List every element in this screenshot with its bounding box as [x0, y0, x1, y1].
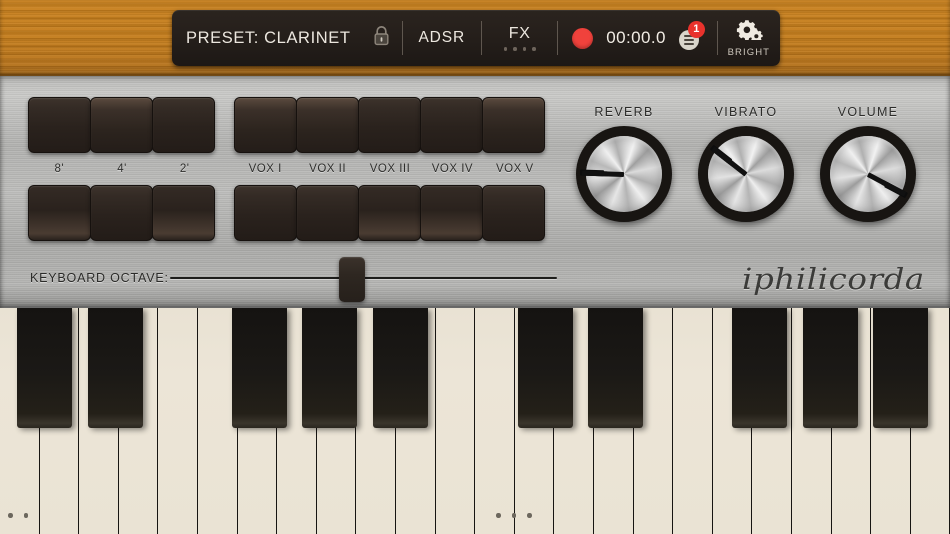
- footage-tab-labels: 8' 4' 2': [28, 163, 216, 175]
- knob-face: [708, 136, 784, 212]
- recordings-list-button[interactable]: 1: [678, 21, 705, 53]
- white-key[interactable]: [158, 308, 198, 534]
- vox-tabs-top-row: [234, 97, 545, 153]
- vox-tab-top-4[interactable]: [482, 97, 545, 153]
- top-toolbar: PRESET: CLARINET ADSR FX 00:00.0 1 BRIGH…: [172, 10, 780, 66]
- black-key[interactable]: [17, 308, 72, 428]
- vox-tabs-bottom-row: [234, 185, 545, 241]
- black-key[interactable]: [873, 308, 928, 428]
- octave-slider-handle[interactable]: [338, 257, 365, 302]
- black-key[interactable]: [803, 308, 858, 428]
- footage-tab-top-1[interactable]: [90, 97, 153, 153]
- toolbar-divider: [557, 21, 559, 55]
- black-key[interactable]: [588, 308, 643, 428]
- vox-tab-top-2[interactable]: [358, 97, 421, 153]
- toolbar-divider: [401, 21, 403, 55]
- vox-tab-label-4: VOX V: [496, 163, 534, 175]
- adsr-label: ADSR: [418, 29, 466, 46]
- black-key[interactable]: [232, 308, 287, 428]
- knob-vibrato[interactable]: VIBRATO: [698, 105, 794, 222]
- knob-label-vibrato: VIBRATO: [714, 105, 778, 119]
- record-icon[interactable]: [572, 27, 594, 49]
- footage-tab-bottom-0[interactable]: [28, 185, 91, 241]
- vox-tab-bottom-4[interactable]: [482, 185, 545, 241]
- knob-label-volume: VOLUME: [837, 105, 899, 119]
- bright-label: BRIGHT: [727, 47, 771, 58]
- footage-tab-bottom-1[interactable]: [90, 185, 153, 241]
- black-key[interactable]: [373, 308, 428, 428]
- footage-tab-top-2[interactable]: [152, 97, 215, 153]
- fx-slot-dots: [503, 47, 536, 51]
- vox-tab-top-0[interactable]: [234, 97, 297, 153]
- knob-face: [830, 136, 909, 212]
- recording-timer: 00:00.0: [606, 28, 666, 47]
- knob-face: [579, 136, 662, 212]
- philicorda-app: PRESET: CLARINET ADSR FX 00:00.0 1 BRIGH…: [0, 0, 950, 534]
- vox-tab-label-2: VOX III: [369, 163, 411, 175]
- fx-button[interactable]: FX: [482, 10, 557, 66]
- lock-icon[interactable]: [373, 25, 390, 51]
- piano-keyboard[interactable]: [0, 308, 950, 534]
- footage-tab-top-0[interactable]: [28, 97, 91, 153]
- footage-tab-label-0: 8': [54, 163, 65, 175]
- recorder-section: 00:00.0 1: [558, 10, 717, 66]
- octave-slider-label: KEYBOARD OCTAVE:: [30, 271, 169, 285]
- footage-tab-bottom-2[interactable]: [152, 185, 215, 241]
- vox-tab-bottom-0[interactable]: [234, 185, 297, 241]
- vox-tab-label-0: VOX I: [248, 163, 282, 175]
- preset-label: PRESET: CLARINET: [186, 28, 351, 47]
- black-key[interactable]: [88, 308, 143, 428]
- knob-pointer: [579, 169, 625, 177]
- knob-label-reverb: REVERB: [594, 105, 654, 119]
- bright-settings-button[interactable]: BRIGHT: [718, 10, 780, 66]
- footage-tabs-bottom-row: [28, 185, 215, 241]
- white-key[interactable]: [435, 308, 476, 534]
- footage-tab-label-1: 4': [117, 163, 127, 175]
- vox-tab-top-1[interactable]: [296, 97, 359, 153]
- knob-body-vibrato[interactable]: [698, 126, 794, 222]
- white-key[interactable]: [475, 308, 515, 534]
- keyboard-marker-dots: [8, 513, 28, 518]
- knob-body-reverb[interactable]: [576, 126, 672, 222]
- knob-reverb[interactable]: REVERB: [576, 105, 672, 222]
- vox-tab-label-3: VOX IV: [431, 163, 474, 175]
- vox-tab-bottom-2[interactable]: [358, 185, 421, 241]
- gear-icon: [735, 18, 763, 45]
- knob-body-volume[interactable]: [820, 126, 916, 222]
- knob-pointer: [709, 144, 748, 176]
- toolbar-divider: [716, 21, 718, 55]
- fx-label: FX: [508, 25, 531, 43]
- knob-pointer: [866, 171, 909, 198]
- vox-tab-labels: VOX I VOX II VOX III VOX IV VOX V: [234, 163, 546, 175]
- vox-tab-bottom-1[interactable]: [296, 185, 359, 241]
- brand-logo: iphilicorda: [742, 262, 925, 296]
- black-key[interactable]: [732, 308, 787, 428]
- adsr-button[interactable]: ADSR: [402, 10, 481, 66]
- footage-tabs-top-row: [28, 97, 215, 153]
- footage-tab-label-2: 2': [179, 163, 190, 175]
- toolbar-divider: [481, 21, 482, 55]
- recordings-badge: 1: [687, 21, 705, 38]
- keyboard-marker-dots: [496, 513, 532, 518]
- black-key[interactable]: [518, 308, 573, 428]
- vox-tab-label-1: VOX II: [309, 163, 347, 175]
- white-key[interactable]: [673, 308, 713, 534]
- vox-tab-bottom-3[interactable]: [420, 185, 483, 241]
- black-key[interactable]: [302, 308, 357, 428]
- knob-volume[interactable]: VOLUME: [820, 105, 916, 222]
- vox-tab-top-3[interactable]: [420, 97, 483, 153]
- preset-button[interactable]: PRESET: CLARINET: [172, 10, 402, 66]
